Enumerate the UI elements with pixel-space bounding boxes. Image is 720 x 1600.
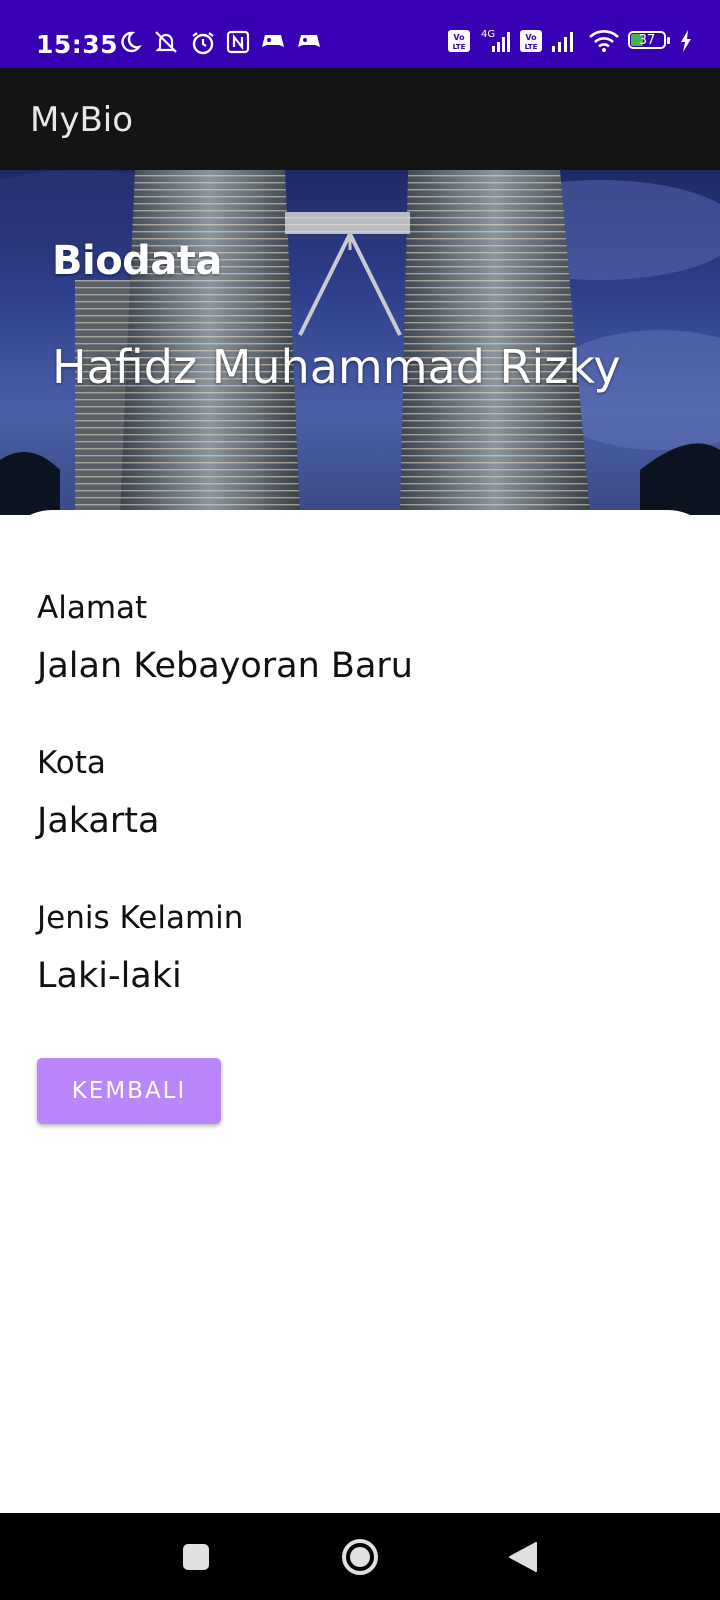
biodata-heading: Biodata [52,238,222,284]
home-button[interactable] [330,1513,390,1600]
svg-text:LTE: LTE [525,43,538,51]
charging-icon [681,30,691,52]
svg-text:Vo: Vo [525,33,537,42]
system-icons: Vo LTE 4G Vo LTE 37 [448,28,692,54]
volte-icon: VoLTE [520,30,542,52]
battery-icon: 37 [628,30,672,52]
volte-icon: VoLTE [448,30,470,52]
address-label: Alamat [37,590,148,626]
svg-text:Vo: Vo [453,33,465,42]
back-button[interactable]: KEMBALI [37,1058,221,1124]
notification-icons [118,30,322,56]
full-name: Hafidz Muhammad Rizky [52,340,621,394]
app-title: MyBio [30,100,134,140]
app-bar: MyBio [0,68,720,170]
recents-icon [183,1543,209,1570]
battery-level: 37 [638,33,656,48]
game-icon [262,35,284,47]
signal-icon [552,32,573,52]
game-icon [298,35,320,47]
nfc-icon [226,30,250,54]
gender-label: Jenis Kelamin [37,900,244,936]
home-icon [342,1538,378,1575]
alarm-icon [192,32,214,55]
navigation-bar [0,1513,720,1600]
city-value: Jakarta [37,801,160,841]
status-bar: 15:35 Vo LTE 4G Vo LTE 37 [0,0,720,68]
back-icon [509,1541,537,1572]
gender-value: Laki-laki [37,956,182,996]
network-type-label: 4G [481,29,495,40]
address-value: Jalan Kebayoran Baru [37,646,413,686]
header-image: Biodata Hafidz Muhammad Rizky [0,170,720,515]
back-nav-button[interactable] [493,1513,553,1600]
recents-button[interactable] [166,1513,226,1600]
city-label: Kota [37,745,106,781]
moon-icon [121,31,142,53]
svg-text:LTE: LTE [453,43,466,51]
signal-icon: 4G [481,29,510,52]
mute-icon [155,31,177,53]
wifi-icon [589,30,619,52]
status-time: 15:35 [36,30,119,59]
